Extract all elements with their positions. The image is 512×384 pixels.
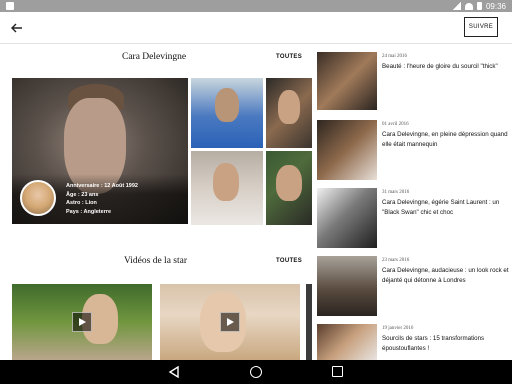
nav-home-icon[interactable]: [250, 366, 262, 378]
news-date: 01 avril 2016: [382, 122, 409, 127]
gallery-photo-1[interactable]: [191, 78, 263, 148]
news-thumbnail: [317, 52, 377, 110]
avatar: [20, 180, 56, 216]
play-icon: [220, 312, 240, 332]
app-bar: SUIVRE: [0, 12, 512, 44]
status-bar: 09:36: [0, 0, 512, 12]
news-date: 23 mars 2016: [382, 258, 410, 263]
news-date: 24 mai 2016: [382, 54, 407, 59]
news-list: 24 mai 2016 Beauté : l'heure de gloire d…: [312, 44, 512, 360]
news-title: Cara Delevingne, audacieuse : un look ro…: [382, 267, 509, 284]
info-country: Pays : Angleterre: [66, 208, 112, 215]
info-birthday: Anniversaire : 12 Août 1992: [66, 183, 138, 189]
photos-see-all-link[interactable]: TOUTES: [276, 54, 302, 60]
video-thumbnail-2[interactable]: [160, 284, 300, 360]
nav-recent-icon[interactable]: [332, 366, 343, 377]
gallery-photo-4[interactable]: [266, 151, 312, 225]
news-thumbnail: [317, 188, 377, 248]
news-thumbnail: [317, 324, 377, 360]
videos-see-all-link[interactable]: TOUTES: [276, 258, 302, 264]
info-astro: Astro : Lion: [66, 200, 97, 207]
news-thumbnail: [317, 120, 377, 180]
back-button[interactable]: [8, 20, 26, 36]
news-item[interactable]: 24 mai 2016 Beauté : l'heure de gloire d…: [312, 52, 512, 114]
news-title: Cara Delevingne, en pleine dépression qu…: [382, 131, 508, 148]
profile-info: Anniversaire : 12 Août 1992 Âge : 23 ans…: [66, 182, 138, 216]
news-item[interactable]: 01 avril 2016 Cara Delevingne, en pleine…: [312, 120, 512, 182]
news-thumbnail: [317, 256, 377, 316]
profile-panel: Cara Delevingne TOUTES Anniversaire : 12…: [0, 44, 312, 360]
follow-button[interactable]: SUIVRE: [464, 17, 498, 37]
battery-icon: [476, 2, 482, 10]
arrow-left-icon: [11, 23, 22, 33]
nav-back-icon[interactable]: [168, 366, 180, 378]
news-date: 31 mars 2016: [382, 190, 410, 195]
news-item[interactable]: 19 janvier 2016 Sourcils de stars : 15 t…: [312, 324, 512, 360]
wifi-icon: [464, 2, 473, 10]
navigation-bar: [0, 360, 512, 384]
news-item[interactable]: 23 mars 2016 Cara Delevingne, audacieuse…: [312, 256, 512, 318]
info-age: Âge : 23 ans: [66, 191, 99, 198]
play-icon: [72, 312, 92, 332]
gallery-photo-3[interactable]: [191, 151, 263, 225]
status-time: 09:36: [485, 1, 506, 11]
videos-title: Vidéos de la star: [124, 256, 188, 266]
profile-name: Cara Delevingne: [122, 52, 187, 62]
news-item[interactable]: 31 mars 2016 Cara Delevingne, égérie Sai…: [312, 188, 512, 250]
signal-icon: [452, 2, 461, 10]
gallery-photo-2[interactable]: [266, 78, 312, 148]
news-date: 19 janvier 2016: [382, 326, 414, 331]
notification-icon: [6, 2, 14, 10]
news-title: Cara Delevingne, égérie Saint Laurent : …: [382, 199, 500, 216]
news-title: Beauté : l'heure de gloire du sourcil "t…: [382, 63, 498, 70]
news-title: Sourcils de stars : 15 transformations é…: [382, 335, 485, 352]
video-thumbnail-1[interactable]: [12, 284, 152, 360]
